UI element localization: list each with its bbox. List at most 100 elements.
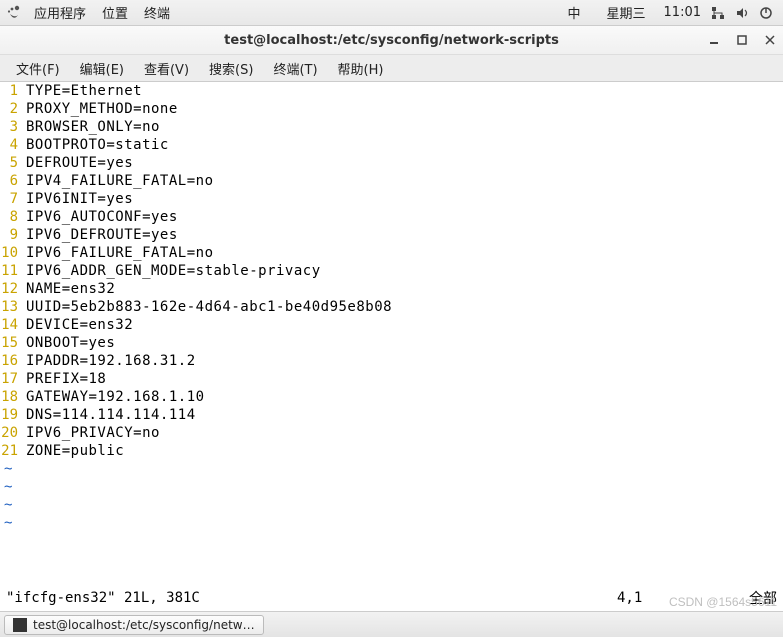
line-number: 8 xyxy=(0,208,26,226)
line-number: 14 xyxy=(0,316,26,334)
editor-line: 15ONBOOT=yes xyxy=(0,334,783,352)
line-number: 4 xyxy=(0,136,26,154)
editor-line: 16IPADDR=192.168.31.2 xyxy=(0,352,783,370)
empty-line: ~ xyxy=(0,460,783,478)
minimize-button[interactable] xyxy=(707,33,721,47)
volume-icon[interactable] xyxy=(735,6,749,20)
editor-line: 9IPV6_DEFROUTE=yes xyxy=(0,226,783,244)
vim-status-bar: "ifcfg-ens32" 21L, 381C 4,1 全部 xyxy=(0,585,783,611)
line-text: IPV4_FAILURE_FATAL=no xyxy=(26,172,214,190)
window-titlebar[interactable]: test@localhost:/etc/sysconfig/network-sc… xyxy=(0,26,783,54)
line-text: UUID=5eb2b883-162e-4d64-abc1-be40d95e8b0… xyxy=(26,298,392,316)
terminal-icon xyxy=(13,618,27,632)
line-number: 10 xyxy=(0,244,26,262)
line-number: 15 xyxy=(0,334,26,352)
close-button[interactable] xyxy=(763,33,777,47)
line-number: 18 xyxy=(0,388,26,406)
menu-file[interactable]: 文件(F) xyxy=(6,59,70,78)
status-file-info: "ifcfg-ens32" 21L, 381C xyxy=(6,590,617,606)
line-number: 5 xyxy=(0,154,26,172)
ime-indicator[interactable]: 中 xyxy=(560,3,589,22)
system-tray: 中 星期三 11:01 xyxy=(560,3,778,22)
menu-view[interactable]: 查看(V) xyxy=(134,59,199,78)
menu-search[interactable]: 搜索(S) xyxy=(199,59,263,78)
editor-line: 4BOOTPROTO=static xyxy=(0,136,783,154)
line-number: 9 xyxy=(0,226,26,244)
line-text: DNS=114.114.114.114 xyxy=(26,406,196,424)
editor-line: 1TYPE=Ethernet xyxy=(0,82,783,100)
panel-places[interactable]: 位置 xyxy=(94,3,136,22)
line-text: IPV6_ADDR_GEN_MODE=stable-privacy xyxy=(26,262,321,280)
editor-line: 14DEVICE=ens32 xyxy=(0,316,783,334)
editor-line: 3BROWSER_ONLY=no xyxy=(0,118,783,136)
line-text: IPV6_DEFROUTE=yes xyxy=(26,226,178,244)
line-number: 11 xyxy=(0,262,26,280)
editor-line: 13UUID=5eb2b883-162e-4d64-abc1-be40d95e8… xyxy=(0,298,783,316)
editor-line: 21ZONE=public xyxy=(0,442,783,460)
editor-line: 8IPV6_AUTOCONF=yes xyxy=(0,208,783,226)
line-number: 13 xyxy=(0,298,26,316)
editor-line: 12NAME=ens32 xyxy=(0,280,783,298)
tilde-marker: ~ xyxy=(0,460,12,478)
editor-line: 11IPV6_ADDR_GEN_MODE=stable-privacy xyxy=(0,262,783,280)
network-icon[interactable] xyxy=(711,6,725,20)
line-text: NAME=ens32 xyxy=(26,280,115,298)
line-number: 21 xyxy=(0,442,26,460)
line-text: PREFIX=18 xyxy=(26,370,106,388)
line-number: 7 xyxy=(0,190,26,208)
tilde-marker: ~ xyxy=(0,496,12,514)
window-title: test@localhost:/etc/sysconfig/network-sc… xyxy=(224,33,559,48)
line-number: 1 xyxy=(0,82,26,100)
line-number: 2 xyxy=(0,100,26,118)
status-cursor-pos: 4,1 xyxy=(617,590,727,606)
editor-line: 18GATEWAY=192.168.1.10 xyxy=(0,388,783,406)
clock-day[interactable]: 星期三 xyxy=(599,3,654,22)
line-text: ONBOOT=yes xyxy=(26,334,115,352)
line-text: IPV6_FAILURE_FATAL=no xyxy=(26,244,214,262)
empty-line: ~ xyxy=(0,514,783,532)
editor-line: 20IPV6_PRIVACY=no xyxy=(0,424,783,442)
line-text: ZONE=public xyxy=(26,442,124,460)
editor-line: 19DNS=114.114.114.114 xyxy=(0,406,783,424)
top-panel: 应用程序 位置 终端 中 星期三 11:01 xyxy=(0,0,783,26)
line-text: DEVICE=ens32 xyxy=(26,316,133,334)
line-text: PROXY_METHOD=none xyxy=(26,100,178,118)
line-text: BOOTPROTO=static xyxy=(26,136,169,154)
tilde-marker: ~ xyxy=(0,514,12,532)
bottom-taskbar: test@localhost:/etc/sysconfig/netw… xyxy=(0,611,783,637)
editor-area[interactable]: 1TYPE=Ethernet2PROXY_METHOD=none3BROWSER… xyxy=(0,82,783,585)
tilde-marker: ~ xyxy=(0,478,12,496)
taskbar-entry-terminal[interactable]: test@localhost:/etc/sysconfig/netw… xyxy=(4,615,264,635)
editor-line: 5DEFROUTE=yes xyxy=(0,154,783,172)
line-text: IPV6_AUTOCONF=yes xyxy=(26,208,178,226)
power-icon[interactable] xyxy=(759,6,773,20)
line-text: BROWSER_ONLY=no xyxy=(26,118,160,136)
editor-line: 2PROXY_METHOD=none xyxy=(0,100,783,118)
editor-line: 7IPV6INIT=yes xyxy=(0,190,783,208)
empty-line: ~ xyxy=(0,496,783,514)
line-number: 12 xyxy=(0,280,26,298)
status-scroll: 全部 xyxy=(727,588,777,608)
maximize-button[interactable] xyxy=(735,33,749,47)
menu-bar: 文件(F) 编辑(E) 查看(V) 搜索(S) 终端(T) 帮助(H) xyxy=(0,54,783,82)
menu-terminal[interactable]: 终端(T) xyxy=(263,59,327,78)
editor-line: 6IPV4_FAILURE_FATAL=no xyxy=(0,172,783,190)
menu-edit[interactable]: 编辑(E) xyxy=(70,59,134,78)
line-number: 17 xyxy=(0,370,26,388)
line-number: 16 xyxy=(0,352,26,370)
line-number: 6 xyxy=(0,172,26,190)
empty-line: ~ xyxy=(0,478,783,496)
line-text: IPV6INIT=yes xyxy=(26,190,133,208)
line-text: GATEWAY=192.168.1.10 xyxy=(26,388,205,406)
editor-line: 10IPV6_FAILURE_FATAL=no xyxy=(0,244,783,262)
line-number: 19 xyxy=(0,406,26,424)
gnome-logo-icon xyxy=(6,5,22,21)
line-text: IPADDR=192.168.31.2 xyxy=(26,352,196,370)
line-number: 20 xyxy=(0,424,26,442)
panel-apps[interactable]: 应用程序 xyxy=(26,3,94,22)
line-number: 3 xyxy=(0,118,26,136)
panel-terminal[interactable]: 终端 xyxy=(136,3,178,22)
line-text: DEFROUTE=yes xyxy=(26,154,133,172)
clock-time[interactable]: 11:01 xyxy=(664,5,701,20)
menu-help[interactable]: 帮助(H) xyxy=(328,59,394,78)
